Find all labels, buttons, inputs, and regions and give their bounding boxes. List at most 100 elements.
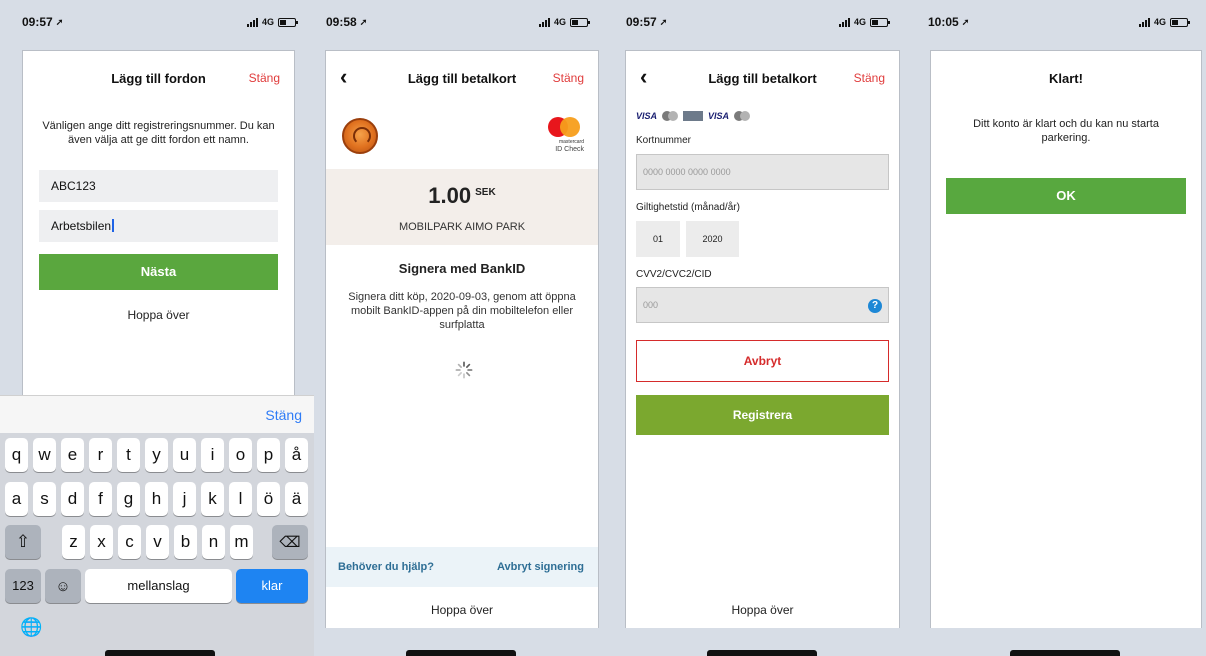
key[interactable]: g [117, 482, 140, 516]
key[interactable]: x [90, 525, 113, 559]
key[interactable]: t [117, 438, 140, 472]
status-time: 09:57 [22, 15, 53, 29]
shift-icon: ⇧ [15, 532, 31, 551]
mastercard-text: mastercard [558, 139, 584, 145]
key[interactable]: z [62, 525, 85, 559]
close-button[interactable]: Stäng [249, 71, 280, 85]
battery-icon [278, 17, 298, 27]
cancel-button[interactable]: Avbryt [636, 340, 889, 382]
numbers-key[interactable]: 123 [5, 569, 41, 603]
close-button[interactable]: Stäng [553, 71, 584, 85]
help-link[interactable]: Behöver du hjälp? [338, 561, 434, 573]
location-arrow-icon: ➚ [961, 16, 970, 27]
card-brand-logos: VISA VISA [636, 111, 751, 121]
globe-icon[interactable]: 🌐 [20, 617, 42, 638]
modal-header: Klart! [931, 51, 1201, 105]
skip-link[interactable]: Hoppa över [626, 603, 899, 617]
cancel-signing-link[interactable]: Avbryt signering [497, 561, 584, 573]
network-label: 4G [1153, 17, 1166, 27]
expiry-month-select[interactable]: 01 [636, 221, 680, 257]
visa-logo: VISA [708, 111, 730, 121]
modal-header: Lägg till fordon Stäng [23, 51, 294, 105]
backspace-key[interactable]: ⌫ [272, 525, 308, 559]
signal-icon [838, 17, 850, 27]
backspace-icon: ⌫ [279, 534, 301, 551]
loading-spinner-icon [455, 361, 473, 379]
cvv-placeholder: 000 [643, 300, 659, 310]
key[interactable]: n [202, 525, 225, 559]
modal-header: ‹ Lägg till betalkort Stäng [326, 51, 598, 105]
modal-sheet: Klart! Ditt konto är klart och du kan nu… [930, 50, 1202, 628]
key[interactable]: u [173, 438, 196, 472]
key[interactable]: c [118, 525, 141, 559]
ok-button[interactable]: OK [946, 178, 1186, 214]
card-number-label: Kortnummer [636, 135, 692, 146]
home-indicator [1010, 650, 1120, 656]
home-indicator [406, 650, 516, 656]
shift-key[interactable]: ⇧ [5, 525, 41, 559]
phone-screen-add-vehicle: 09:57 ➚ 4G Lägg till fordon Stäng Vänlige… [0, 0, 314, 656]
status-bar: 09:57 ➚ 4G [0, 0, 314, 44]
key[interactable]: q [5, 438, 28, 472]
visa-logo: VISA [636, 111, 658, 121]
cvv-label: CVV2/CVC2/CID [636, 269, 712, 280]
key[interactable]: d [61, 482, 84, 516]
key[interactable]: w [33, 438, 56, 472]
key[interactable]: o [229, 438, 252, 472]
skip-link[interactable]: Hoppa över [326, 603, 598, 617]
close-button[interactable]: Stäng [854, 71, 885, 85]
key[interactable]: i [201, 438, 224, 472]
text-caret [112, 219, 115, 232]
keyboard-toolbar: Stäng [0, 395, 314, 433]
location-arrow-icon: ➚ [359, 16, 368, 27]
key[interactable]: e [61, 438, 84, 472]
instructions-text: Vänligen ange ditt registreringsnummer. … [42, 120, 275, 146]
expiry-year-select[interactable]: 2020 [686, 221, 739, 257]
status-bar: 09:58 ➚ 4G [304, 0, 606, 44]
vehicle-name-input[interactable]: Arbetsbilen [39, 210, 278, 242]
status-bar: 09:57 ➚ 4G [604, 0, 906, 44]
page-title: Klart! [1049, 71, 1083, 86]
status-bar: 10:05 ➚ 4G [906, 0, 1206, 44]
help-icon[interactable]: ? [868, 299, 882, 313]
key[interactable]: s [33, 482, 56, 516]
location-arrow-icon: ➚ [659, 16, 668, 27]
register-button[interactable]: Registrera [636, 395, 889, 435]
registration-number-input[interactable]: ABC123 [39, 170, 278, 202]
signal-icon [246, 17, 258, 27]
modal-sheet: ‹ Lägg till betalkort Stäng VISA VISA Ko… [625, 50, 900, 628]
amount-value: 1.00 [428, 183, 472, 208]
key[interactable]: b [174, 525, 197, 559]
key[interactable]: p [257, 438, 280, 472]
space-key[interactable]: mellanslag [85, 569, 232, 603]
key[interactable]: v [146, 525, 169, 559]
key[interactable]: ö [257, 482, 280, 516]
key[interactable]: k [201, 482, 224, 516]
bankid-instructions: Signera ditt köp, 2020-09-03, genom att … [348, 291, 576, 331]
key[interactable]: a [5, 482, 28, 516]
key[interactable]: l [229, 482, 252, 516]
keyboard-close-button[interactable]: Stäng [265, 407, 302, 423]
mastercard-id-check-logo: mastercard ID Check [544, 115, 584, 155]
cvv-input[interactable]: 000 ? [636, 287, 889, 323]
mastercard-logo-icon [662, 111, 679, 121]
modal-header: ‹ Lägg till betalkort Stäng [626, 51, 899, 105]
amount: 1.00 SEK [326, 183, 598, 209]
modal-sheet: Lägg till fordon Stäng Vänligen ange dit… [22, 50, 295, 395]
phone-screen-card-form: 09:57 ➚ 4G ‹ Lägg till betalkort Stäng VI… [604, 0, 906, 656]
key[interactable]: j [173, 482, 196, 516]
network-label: 4G [853, 17, 866, 27]
next-button[interactable]: Nästa [39, 254, 278, 290]
bankid-title: Signera med BankID [398, 261, 526, 276]
card-number-input[interactable]: 0000 0000 0000 0000 [636, 154, 889, 190]
key[interactable]: h [145, 482, 168, 516]
skip-link[interactable]: Hoppa över [23, 308, 294, 322]
key[interactable]: r [89, 438, 112, 472]
battery-icon [1170, 17, 1190, 27]
key[interactable]: m [230, 525, 253, 559]
key[interactable]: f [89, 482, 112, 516]
key[interactable]: y [145, 438, 168, 472]
keyboard: q w e r t y u i o p å a s d f g h j k l … [0, 433, 314, 656]
emoji-key[interactable]: ☺ [45, 569, 81, 603]
done-key[interactable]: klar [236, 569, 308, 603]
